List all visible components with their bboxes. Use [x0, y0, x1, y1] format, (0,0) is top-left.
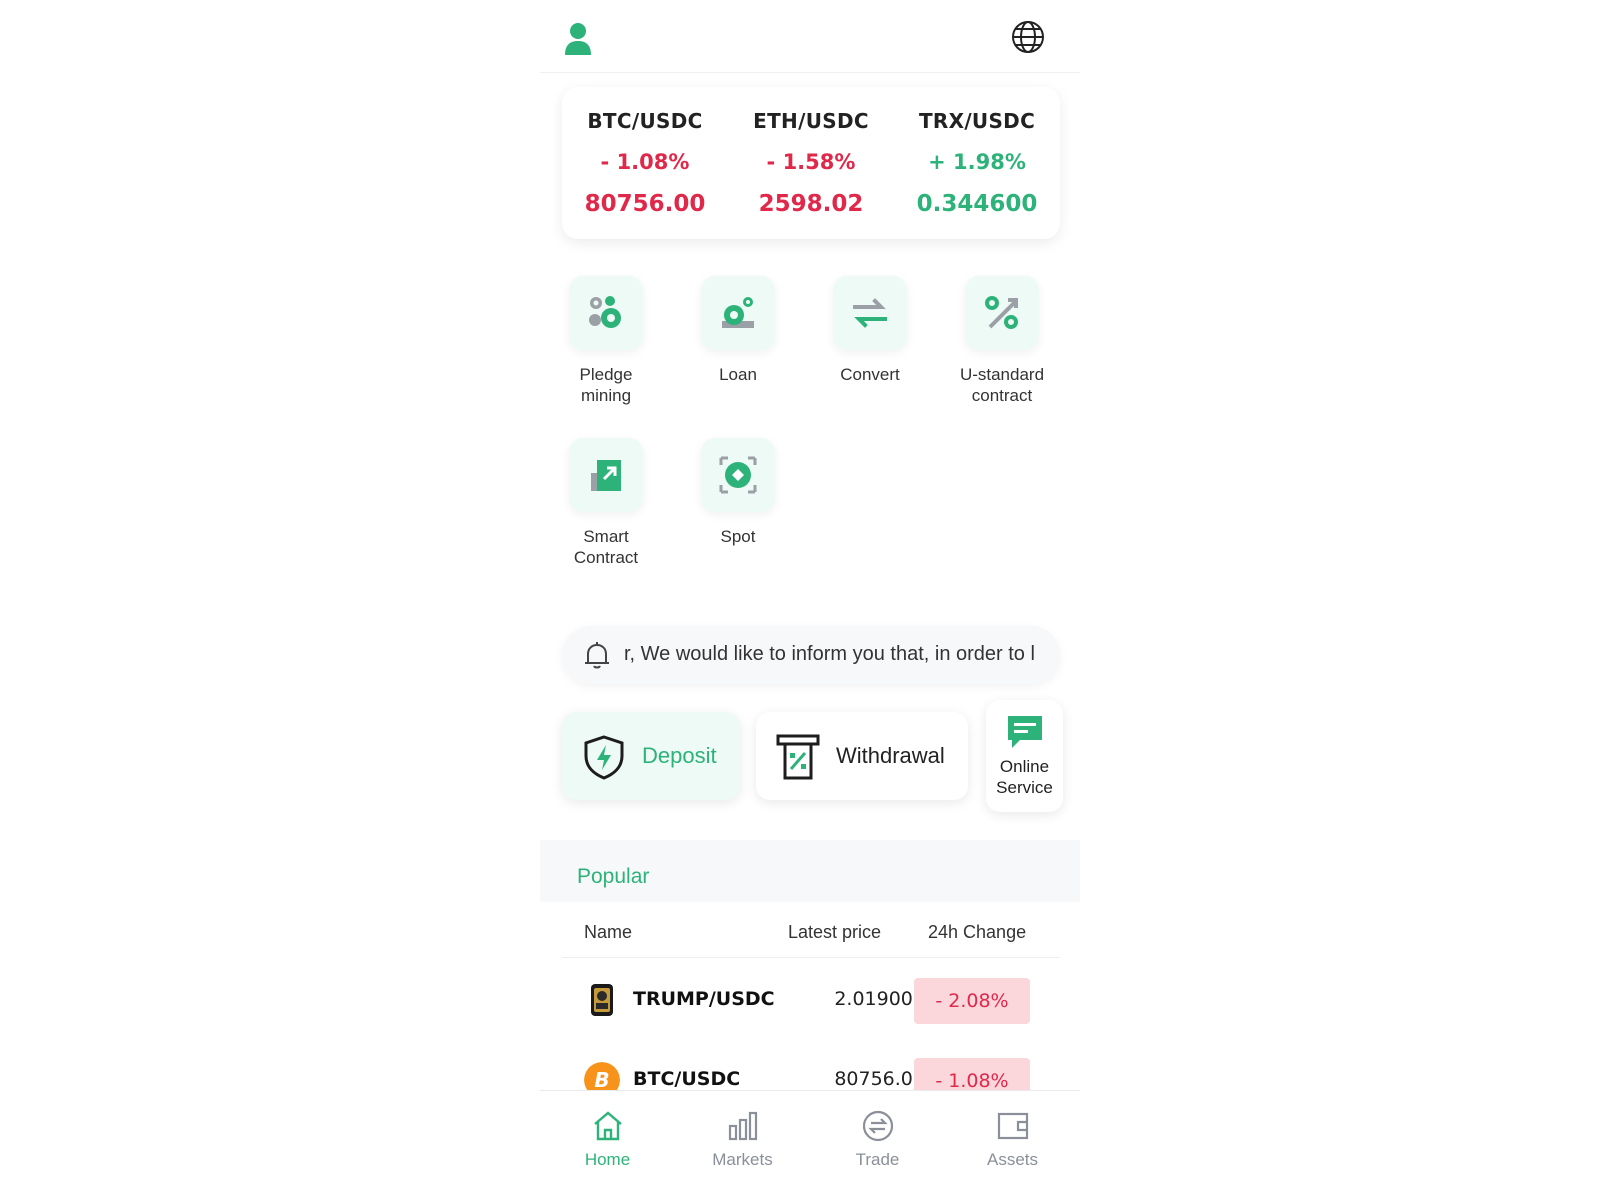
popular-section-header: Popular	[540, 840, 1080, 902]
table-row[interactable]: TRUMP/USDC 2.019000 - 2.08%	[540, 970, 1080, 1030]
nav-markets[interactable]: Markets	[675, 1091, 810, 1200]
deposit-button[interactable]: Deposit	[562, 712, 740, 800]
feature-label: Loan	[719, 365, 757, 384]
ticker-pair: BTC/USDC	[587, 109, 703, 133]
feature-icon-box	[569, 438, 643, 512]
ticker-item-btc[interactable]: BTC/USDC - 1.08% 80756.00	[562, 87, 728, 239]
feature-label: Pledge mining	[579, 365, 633, 405]
app-screen: BTC/USDC - 1.08% 80756.00 ETH/USDC - 1.5…	[540, 0, 1080, 1200]
feature-u-standard-contract[interactable]: U-standard contract	[936, 276, 1068, 406]
online-service-label-line2: Service	[996, 778, 1053, 797]
coin-pair-name: BTC/USDC	[633, 1068, 741, 1090]
spot-icon	[719, 456, 757, 494]
ticker-price: 0.344600	[916, 191, 1038, 217]
ticker-price: 80756.00	[584, 191, 706, 217]
trump-coin-icon	[591, 984, 613, 1016]
column-header-latest-price: Latest price	[788, 922, 882, 942]
ticker-price: 2598.02	[758, 191, 864, 217]
chat-icon	[1008, 716, 1042, 748]
nav-home[interactable]: Home	[540, 1091, 675, 1200]
coin-latest-price: 80756.00	[834, 1068, 925, 1090]
popular-title[interactable]: Popular	[577, 865, 649, 889]
nav-label: Assets	[986, 1150, 1039, 1169]
notice-bar[interactable]: r, We would like to inform you that, in …	[562, 626, 1060, 684]
online-service-button[interactable]: Online Service	[986, 700, 1063, 812]
feature-label: Spot	[720, 527, 756, 546]
online-service-label-line1: Online	[999, 757, 1050, 776]
header-divider	[562, 957, 1060, 958]
nav-assets[interactable]: Assets	[945, 1091, 1080, 1200]
column-header-name: Name	[584, 922, 633, 942]
coin-latest-price: 2.019000	[834, 988, 925, 1010]
percent-icon	[985, 296, 1018, 329]
withdrawal-button[interactable]: Withdrawal	[756, 712, 968, 800]
ticker-pair: TRX/USDC	[918, 109, 1036, 133]
ticker-pair: ETH/USDC	[753, 109, 869, 133]
bar-chart-icon	[728, 1111, 757, 1141]
feature-convert[interactable]: Convert	[804, 276, 936, 385]
feature-icon-box	[701, 438, 775, 512]
feature-icon-box	[965, 276, 1039, 350]
feature-label: Convert	[840, 365, 900, 384]
nav-trade[interactable]: Trade	[810, 1091, 945, 1200]
feature-icon-box	[569, 276, 643, 350]
deposit-label: Deposit	[642, 743, 717, 768]
ticker-change: + 1.98%	[928, 150, 1026, 174]
feature-loan[interactable]: Loan	[672, 276, 804, 385]
nav-label: Trade	[855, 1150, 900, 1169]
online-service-label: Online Service	[986, 756, 1063, 798]
pledge-mining-icon	[589, 296, 621, 328]
withdrawal-label: Withdrawal	[836, 743, 945, 768]
feature-icon-box	[833, 276, 907, 350]
column-header-24h-change: 24h Change	[928, 922, 1027, 942]
svg-text:B: B	[594, 1068, 609, 1092]
ticker-change: - 1.58%	[766, 150, 856, 174]
feature-icon-box	[701, 276, 775, 350]
smart-contract-icon	[591, 460, 621, 491]
globe-icon[interactable]	[1010, 19, 1046, 55]
price-ticker-card: BTC/USDC - 1.08% 80756.00 ETH/USDC - 1.5…	[562, 87, 1060, 239]
change-badge: - 2.08%	[914, 978, 1030, 1024]
feature-pledge-mining[interactable]: Pledge mining	[540, 276, 672, 406]
shield-icon	[584, 735, 624, 780]
user-icon[interactable]	[564, 22, 592, 56]
notice-text: r, We would like to inform you that, in …	[624, 643, 1035, 665]
convert-icon	[853, 298, 887, 328]
ticker-change: - 1.08%	[600, 150, 690, 174]
coin-pair-name: TRUMP/USDC	[633, 988, 775, 1010]
nav-label: Home	[584, 1150, 631, 1169]
top-bar	[540, 0, 1080, 73]
wallet-icon	[997, 1112, 1028, 1140]
feature-label: Smart Contract	[573, 527, 639, 567]
loan-icon	[722, 297, 754, 328]
trade-icon	[862, 1110, 893, 1142]
home-icon	[593, 1111, 622, 1141]
atm-receipt-icon	[776, 734, 820, 780]
ticker-item-trx[interactable]: TRX/USDC + 1.98% 0.344600	[894, 87, 1060, 239]
feature-spot[interactable]: Spot	[672, 438, 804, 547]
feature-smart-contract[interactable]: Smart Contract	[540, 438, 672, 568]
bottom-nav: Home Markets Trade Assets	[540, 1090, 1080, 1200]
feature-label: U-standard contract	[959, 365, 1045, 405]
ticker-item-eth[interactable]: ETH/USDC - 1.58% 2598.02	[728, 87, 894, 239]
bell-icon	[585, 642, 609, 669]
nav-label: Markets	[712, 1150, 773, 1169]
